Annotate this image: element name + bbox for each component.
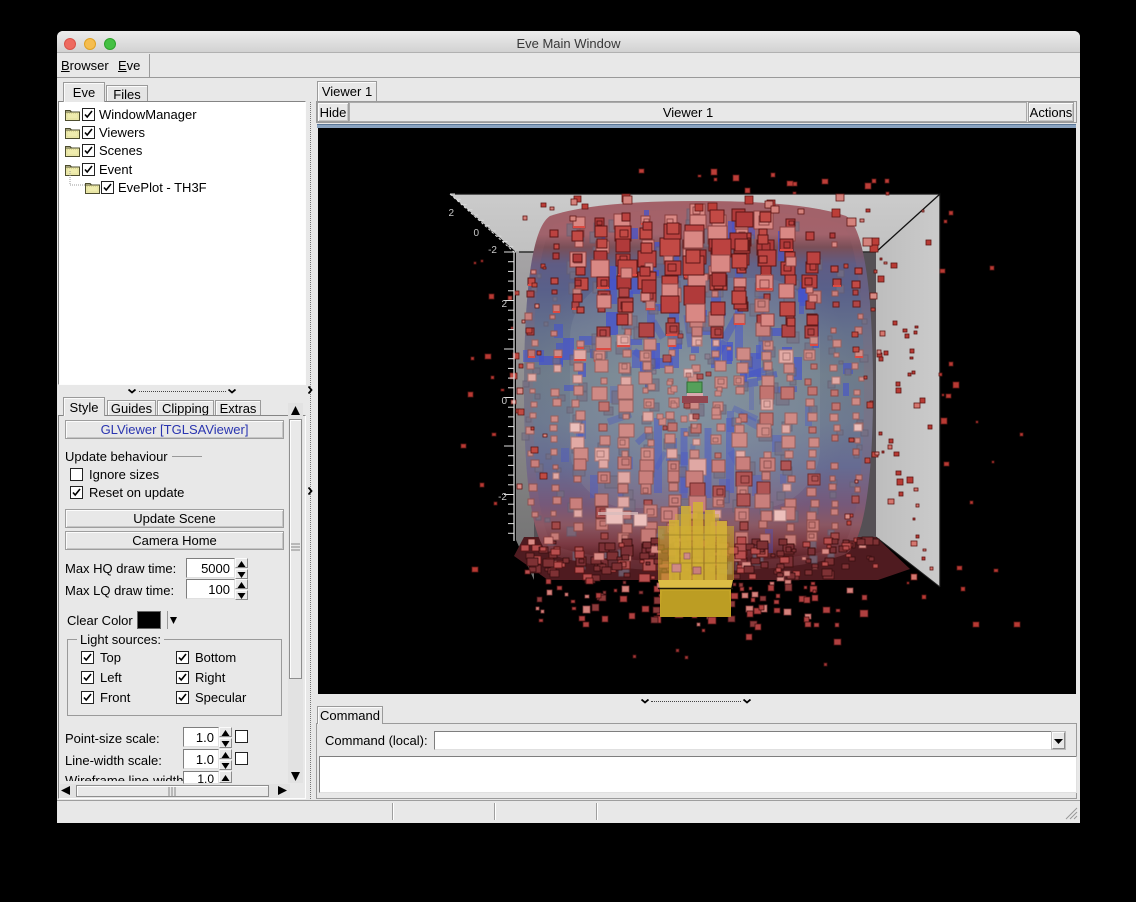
svg-text:-2: -2 <box>488 245 497 256</box>
svg-text:2: 2 <box>501 299 507 310</box>
svg-text:0: 0 <box>501 396 507 407</box>
svg-text:-2: -2 <box>498 492 507 503</box>
svg-text:2: 2 <box>448 208 454 219</box>
svg-text:0: 0 <box>473 228 479 239</box>
